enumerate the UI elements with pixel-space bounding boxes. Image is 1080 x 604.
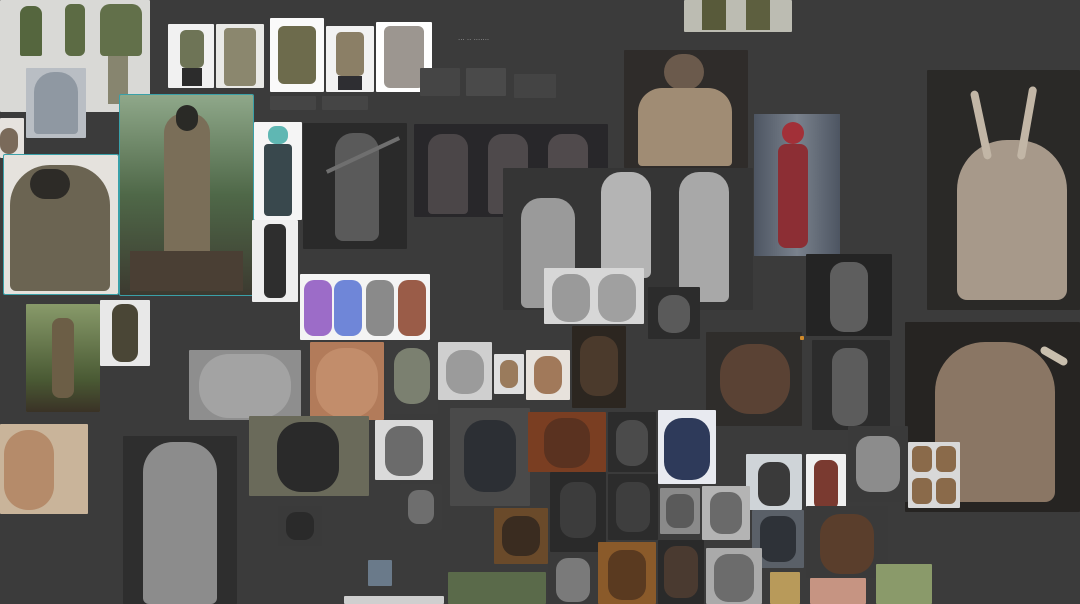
image-chimp-head-render[interactable] bbox=[526, 350, 570, 400]
image-gorilla-head-dark[interactable] bbox=[450, 408, 530, 506]
image-face-mask-snippet[interactable] bbox=[0, 118, 24, 158]
image-hooded-jacket-grey[interactable] bbox=[26, 68, 86, 138]
accent-marker bbox=[800, 336, 804, 340]
image-gorilla-photo[interactable] bbox=[249, 416, 369, 496]
image-chimp-row-a[interactable] bbox=[550, 472, 606, 552]
image-gorilla-bust-dark[interactable] bbox=[400, 484, 442, 530]
image-white-suit-figure[interactable] bbox=[252, 220, 298, 302]
thumb-strip-4[interactable] bbox=[270, 96, 316, 110]
image-orc-figure-grey[interactable] bbox=[812, 340, 890, 430]
image-chimp-closeup-row[interactable] bbox=[548, 552, 598, 604]
image-chimp-row-b[interactable] bbox=[608, 474, 658, 540]
image-hazmat-suit-forest[interactable] bbox=[119, 94, 254, 296]
image-gorilla-hand[interactable] bbox=[648, 287, 700, 339]
image-backpack-model[interactable] bbox=[168, 24, 214, 88]
image-soldier-head-small[interactable] bbox=[368, 560, 392, 586]
thumb-strip-2[interactable] bbox=[466, 68, 506, 96]
image-armored-pilot[interactable] bbox=[624, 50, 748, 168]
image-red-suit-woman[interactable] bbox=[754, 114, 840, 256]
image-cargo-vest-a[interactable] bbox=[270, 18, 324, 92]
image-wolf-beast[interactable] bbox=[848, 426, 908, 502]
image-blue-gorilla-3d[interactable] bbox=[658, 410, 716, 484]
image-gorilla-roar[interactable] bbox=[494, 508, 548, 564]
image-gorilla-roar-small[interactable] bbox=[278, 506, 322, 546]
image-chimp-portrait[interactable] bbox=[572, 326, 626, 408]
faint-caption: ··· ·· ······· bbox=[458, 36, 490, 44]
image-ape-face-dark[interactable] bbox=[658, 540, 704, 604]
image-boy-portrait[interactable] bbox=[0, 424, 88, 514]
image-gorilla-heads-grid[interactable] bbox=[908, 442, 960, 508]
image-orangutan-face[interactable] bbox=[528, 412, 606, 472]
image-cyan-character[interactable] bbox=[254, 122, 302, 220]
image-hooded-soldier-jacket[interactable] bbox=[3, 154, 119, 295]
image-face-crop-pink[interactable] bbox=[810, 578, 866, 604]
image-ape-sculpt-heads[interactable] bbox=[438, 342, 492, 400]
image-forest-mask-figure[interactable] bbox=[26, 304, 100, 412]
image-strip-bottom[interactable] bbox=[344, 596, 444, 604]
image-fur-beast-render[interactable] bbox=[706, 332, 802, 426]
image-gorilla-standing[interactable] bbox=[746, 454, 802, 510]
image-muscle-body-sculpt[interactable] bbox=[123, 436, 237, 604]
thumb-strip-3[interactable] bbox=[514, 74, 556, 98]
image-alien-head-sculpt[interactable] bbox=[386, 340, 438, 414]
image-aged-face-sculpt[interactable] bbox=[189, 350, 301, 420]
image-horned-orc-bust[interactable] bbox=[927, 70, 1080, 310]
image-hooded-figure-small[interactable] bbox=[100, 300, 150, 366]
image-gorilla-face-b[interactable] bbox=[660, 488, 700, 534]
image-gorilla-colored-turnaround[interactable] bbox=[300, 274, 430, 340]
image-jungle-strip[interactable] bbox=[448, 572, 546, 604]
image-armored-knight[interactable] bbox=[303, 123, 407, 249]
reference-board-canvas[interactable]: ··· ·· ······· bbox=[0, 0, 1080, 604]
thumb-strip-5[interactable] bbox=[322, 96, 368, 110]
image-orangutan-sunset[interactable] bbox=[598, 542, 656, 604]
image-boots-top[interactable] bbox=[684, 0, 792, 32]
image-cargo-pants[interactable] bbox=[216, 24, 264, 88]
thumb-strip-1[interactable] bbox=[420, 68, 460, 96]
image-ape-yellow[interactable] bbox=[770, 572, 800, 604]
image-orc-warrior-standing[interactable] bbox=[806, 254, 892, 336]
image-chimp-head-sculpt[interactable] bbox=[494, 354, 524, 394]
image-gorilla-face-e[interactable] bbox=[706, 548, 762, 604]
image-gorilla-face-a[interactable] bbox=[608, 412, 656, 472]
image-red-gorilla-figure[interactable] bbox=[806, 454, 846, 514]
image-gorilla-face-c[interactable] bbox=[702, 486, 750, 540]
image-gorilla-bust-pair[interactable] bbox=[544, 268, 644, 324]
image-troll-green[interactable] bbox=[876, 564, 932, 604]
image-cargo-vest-b[interactable] bbox=[326, 26, 374, 92]
image-gorilla-3d-grey[interactable] bbox=[375, 420, 433, 480]
image-smiling-old-man[interactable] bbox=[310, 342, 384, 420]
